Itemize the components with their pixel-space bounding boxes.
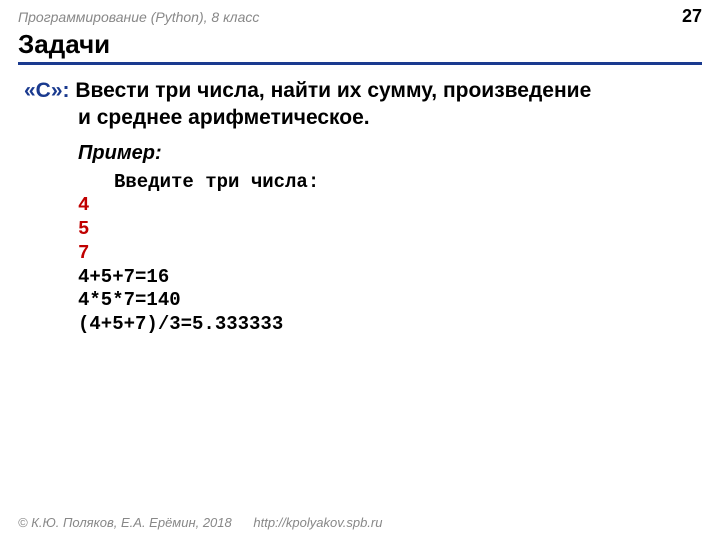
code-block: Введите три числа: 4 5 7 4+5+7=16 4*5*7=… (78, 171, 696, 337)
code-input: 7 (78, 242, 696, 266)
slide-footer: © К.Ю. Поляков, Е.А. Ерёмин, 2018 http:/… (18, 515, 382, 530)
slide-header: Программирование (Python), 8 класс 27 (0, 0, 720, 29)
copyright: © К.Ю. Поляков, Е.А. Ерёмин, 2018 (18, 515, 232, 530)
page-number: 27 (682, 6, 702, 27)
code-input: 4 (78, 194, 696, 218)
code-input: 5 (78, 218, 696, 242)
task-line-1: «C»: Ввести три числа, найти их сумму, п… (24, 77, 696, 104)
title-bar: Задачи (18, 29, 702, 65)
task-text-1: Ввести три числа, найти их сумму, произв… (70, 79, 592, 102)
code-output: 4*5*7=140 (78, 289, 696, 313)
code-output: 4+5+7=16 (78, 266, 696, 290)
content-area: «C»: Ввести три числа, найти их сумму, п… (0, 69, 720, 337)
code-prompt: Введите три числа: (114, 171, 696, 195)
footer-url: http://kpolyakov.spb.ru (253, 515, 382, 530)
code-output: (4+5+7)/3=5.333333 (78, 313, 696, 337)
task-level: «C»: (24, 79, 70, 102)
page-title: Задачи (18, 29, 702, 60)
example-label: Пример: (78, 142, 696, 165)
course-title: Программирование (Python), 8 класс (18, 9, 259, 25)
task-line-2: и среднее арифметическое. (78, 104, 696, 131)
